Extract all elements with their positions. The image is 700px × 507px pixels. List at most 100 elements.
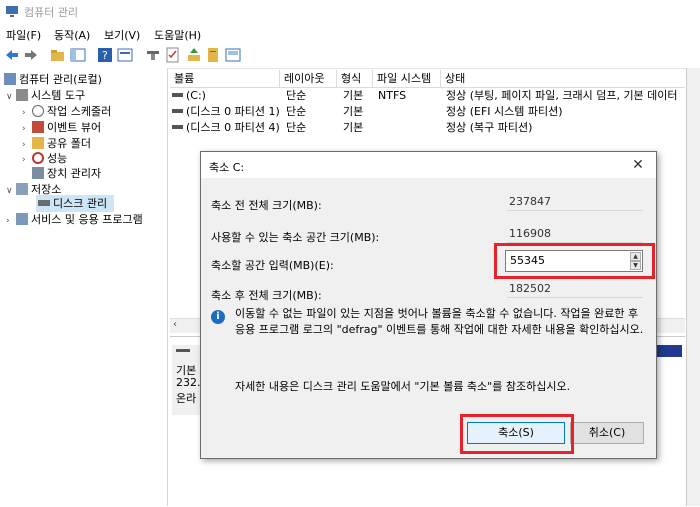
total-size-after-label: 축소 후 전체 크기(MB): bbox=[211, 289, 322, 302]
volume-name: (디스크 0 파티션 4) bbox=[186, 121, 280, 134]
tree-item-shared-folders[interactable]: › 공유 폴더 bbox=[22, 136, 91, 152]
volume-status: 정상 (복구 파티션) bbox=[446, 121, 533, 134]
tree-item-system-tools[interactable]: ∨ 시스템 도구 bbox=[6, 88, 85, 104]
console-tree-icon[interactable] bbox=[70, 47, 86, 63]
volume-icon bbox=[172, 109, 183, 113]
services-icon bbox=[16, 213, 28, 225]
tree-item-event-viewer[interactable]: › 이벤트 뷰어 bbox=[22, 120, 101, 136]
storage-icon bbox=[16, 183, 28, 195]
chevron-down-icon[interactable]: ∨ bbox=[6, 183, 16, 199]
tools-icon bbox=[16, 89, 28, 101]
tree-label: 이벤트 뷰어 bbox=[47, 121, 102, 134]
tree-label: 작업 스케줄러 bbox=[47, 105, 112, 118]
connect-icon[interactable] bbox=[145, 47, 161, 63]
tree-label: 공유 폴더 bbox=[47, 137, 91, 150]
up-folder-icon[interactable] bbox=[50, 47, 66, 63]
menu-bar: 파일(F) 동작(A) 보기(V) 도움말(H) bbox=[0, 24, 700, 44]
window-title: 컴퓨터 관리 bbox=[24, 6, 79, 19]
volume-status: 정상 (부팅, 페이지 파일, 크래시 덤프, 기본 데이터 bbox=[446, 89, 678, 102]
tree-label: 장치 관리자 bbox=[47, 167, 102, 180]
tree-label: 디스크 관리 bbox=[53, 197, 108, 210]
chevron-right-icon[interactable]: › bbox=[22, 105, 32, 121]
chevron-down-icon[interactable]: ∨ bbox=[6, 89, 16, 105]
tree-label: 서비스 및 응용 프로그램 bbox=[31, 213, 143, 226]
input-highlight-box bbox=[494, 243, 655, 279]
disk-size-label: 232. bbox=[176, 376, 201, 389]
shared-folder-icon bbox=[32, 137, 44, 149]
volume-type: 기본 bbox=[343, 89, 364, 102]
view-icon[interactable] bbox=[225, 47, 241, 63]
button-highlight-box bbox=[460, 414, 574, 454]
table-row[interactable]: (디스크 0 파티션 4) 단순 기본 정상 (복구 파티션) bbox=[170, 120, 685, 136]
disk-status-label: 온라 bbox=[176, 392, 197, 405]
shrink-dialog: 축소 C: ✕ 축소 전 전체 크기(MB): 237847 사용할 수 있는 … bbox=[200, 151, 657, 459]
total-size-before-value: 237847 bbox=[507, 193, 643, 211]
menu-view[interactable]: 보기(V) bbox=[104, 27, 140, 43]
column-volume[interactable]: 볼륨 bbox=[170, 70, 280, 87]
chevron-right-icon[interactable]: › bbox=[22, 121, 32, 137]
volume-type: 기본 bbox=[343, 121, 364, 134]
info-message: 이동할 수 없는 파일이 있는 지점을 벗어나 볼륨을 축소할 수 없습니다. … bbox=[235, 307, 644, 336]
close-icon[interactable]: ✕ bbox=[629, 156, 647, 174]
volume-name: (C:) bbox=[186, 89, 206, 102]
properties-icon[interactable] bbox=[117, 47, 133, 63]
computer-icon bbox=[4, 73, 16, 85]
available-shrink-space-label: 사용할 수 있는 축소 공간 크기(MB): bbox=[211, 231, 380, 244]
tree-item-task-scheduler[interactable]: › 작업 스케줄러 bbox=[22, 104, 111, 120]
svg-text:?: ? bbox=[102, 49, 108, 62]
tree-item-disk-management[interactable]: 디스크 관리 bbox=[38, 196, 107, 212]
help-icon[interactable]: ? bbox=[97, 47, 113, 63]
disk-icon bbox=[176, 349, 190, 352]
event-viewer-icon bbox=[32, 121, 44, 133]
clock-icon bbox=[32, 105, 44, 117]
tree-label: 성능 bbox=[47, 152, 68, 165]
volume-file-system: NTFS bbox=[378, 89, 407, 102]
forward-arrow-icon[interactable] bbox=[23, 47, 39, 63]
table-row[interactable]: (디스크 0 파티션 1) 단순 기본 정상 (EFI 시스템 파티션) bbox=[170, 104, 685, 120]
tree-item-computer-management[interactable]: 컴퓨터 관리(로컬) bbox=[4, 72, 102, 88]
disk-info-panel[interactable]: 기본 232. 온라 bbox=[172, 345, 202, 415]
menu-file[interactable]: 파일(F) bbox=[6, 27, 41, 43]
available-shrink-space-value: 116908 bbox=[507, 225, 643, 243]
column-status[interactable]: 상태 bbox=[441, 70, 685, 87]
tree-label: 컴퓨터 관리(로컬) bbox=[19, 73, 102, 86]
volume-layout: 단순 bbox=[286, 89, 307, 102]
dialog-title-bar: 축소 C: ✕ bbox=[201, 152, 656, 178]
document-icon[interactable] bbox=[205, 47, 221, 63]
device-manager-icon bbox=[32, 167, 44, 179]
computer-management-icon bbox=[6, 6, 18, 17]
volume-layout: 단순 bbox=[286, 105, 307, 118]
total-size-before-label: 축소 전 전체 크기(MB): bbox=[211, 199, 322, 212]
chevron-right-icon[interactable]: › bbox=[22, 152, 32, 168]
tree-label: 저장소 bbox=[31, 183, 62, 196]
checklist-icon[interactable] bbox=[165, 47, 181, 63]
scroll-left-icon[interactable]: ‹ bbox=[173, 319, 177, 330]
volume-status: 정상 (EFI 시스템 파티션) bbox=[446, 105, 563, 118]
column-file-system[interactable]: 파일 시스템 bbox=[373, 70, 441, 87]
toolbar: ? bbox=[0, 44, 700, 69]
title-bar: 컴퓨터 관리 bbox=[0, 0, 700, 22]
tree-item-performance[interactable]: › 성능 bbox=[22, 151, 67, 167]
disk-icon bbox=[38, 200, 50, 206]
volume-list-header: 볼륨 레이아웃 형식 파일 시스템 상태 bbox=[170, 70, 685, 88]
shrink-amount-label: 축소할 공간 입력(MB)(E): bbox=[211, 259, 334, 272]
dialog-title: 축소 C: bbox=[209, 161, 245, 174]
column-type[interactable]: 형식 bbox=[337, 70, 373, 87]
performance-icon bbox=[32, 152, 44, 164]
menu-action[interactable]: 동작(A) bbox=[54, 27, 90, 43]
help-reference-text: 자세한 내용은 디스크 관리 도움말에서 "기본 볼륨 축소"를 참조하십시오. bbox=[235, 380, 571, 393]
total-size-after-value: 182502 bbox=[507, 280, 643, 298]
volume-icon bbox=[172, 125, 183, 129]
menu-help[interactable]: 도움말(H) bbox=[154, 27, 201, 43]
cancel-button[interactable]: 취소(C) bbox=[570, 422, 644, 444]
tree-item-device-manager[interactable]: 장치 관리자 bbox=[32, 166, 101, 182]
volume-type: 기본 bbox=[343, 105, 364, 118]
column-layout[interactable]: 레이아웃 bbox=[280, 70, 337, 87]
actions-pane-edge bbox=[686, 68, 700, 506]
chevron-right-icon[interactable]: › bbox=[6, 213, 16, 229]
back-arrow-icon[interactable] bbox=[4, 47, 20, 63]
tree-item-services-applications[interactable]: › 서비스 및 응용 프로그램 bbox=[6, 212, 143, 228]
export-icon[interactable] bbox=[186, 47, 202, 63]
table-row[interactable]: (C:) 단순 기본 NTFS 정상 (부팅, 페이지 파일, 크래시 덤프, … bbox=[170, 88, 685, 104]
volume-name: (디스크 0 파티션 1) bbox=[186, 105, 280, 118]
